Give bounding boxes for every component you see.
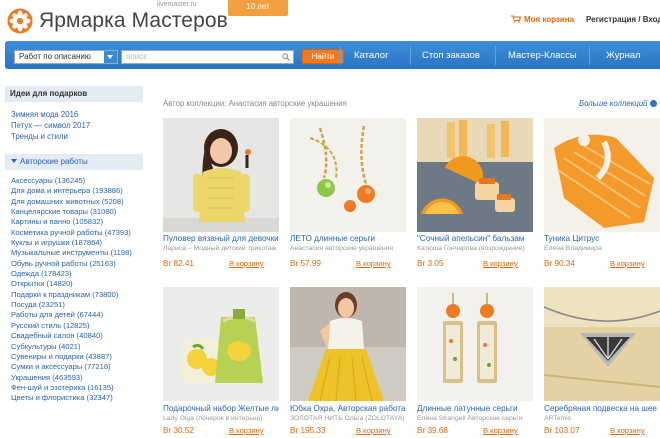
category-link[interactable]: Посуда (23251) — [11, 300, 151, 310]
product-title[interactable]: ЛЕТО длинные серьги — [290, 234, 406, 243]
product-image-tunic[interactable] — [544, 118, 660, 232]
category-link[interactable]: Свадебный салон (40840) — [11, 331, 151, 341]
product-author[interactable]: Елена Strangell Авторские серьги — [417, 415, 533, 422]
more-collections-link[interactable]: Больше коллекций — [579, 99, 657, 108]
brand-domain: livemaster.ru — [157, 1, 197, 8]
nav-master-classes[interactable]: Мастер-Классы — [508, 50, 577, 61]
product-price: Br 30.52 — [163, 426, 194, 435]
category-link[interactable]: Куклы и игрушки (187864) — [11, 238, 151, 248]
category-list: Аксессуары (136245) Для дома и интерьера… — [11, 176, 151, 404]
gift-ideas-header[interactable]: Идеи для подарков — [5, 86, 143, 102]
cart-icon — [511, 15, 521, 23]
product-image-lemon-gift-set[interactable] — [163, 287, 279, 401]
site-header: Ярмарка Мастеров livemaster.ru 10 лет Мо… — [0, 0, 660, 40]
nav-divider — [495, 46, 496, 65]
register-login-link[interactable]: Регистрация / Вход — [586, 15, 660, 24]
nav-catalog[interactable]: Каталог — [354, 50, 389, 61]
category-link[interactable]: Косметика ручной работы (47393) — [11, 228, 151, 238]
product-author[interactable]: ЗОЛОТАЯ НИТЬ Ольга (ZOLOTAYA) — [290, 415, 406, 422]
search-scope-value: Работ по описанию — [19, 52, 91, 61]
category-link[interactable]: Для дома и интерьера (193886) — [11, 186, 151, 196]
product-image-silver-pendant[interactable] — [544, 287, 660, 401]
add-to-cart-link[interactable]: В корзину — [229, 259, 264, 268]
add-to-cart-link[interactable]: В корзину — [483, 426, 518, 435]
category-link[interactable]: Украшения (463593) — [11, 373, 151, 383]
chevron-down-icon — [104, 51, 117, 63]
collection-author[interactable]: Автор коллекции: Анастасия авторские укр… — [163, 99, 347, 108]
category-link[interactable]: Картины и панно (105832) — [11, 217, 151, 227]
product-price: Br 103.07 — [544, 426, 580, 435]
category-link[interactable]: Работы для детей (67444) — [11, 310, 151, 320]
product-author[interactable]: ARTemis — [544, 415, 660, 422]
product-title[interactable]: Туника Цитрус — [544, 234, 660, 243]
product-price: Br 82.41 — [163, 259, 194, 268]
gift-link[interactable]: Зимняя мода 2016 — [11, 110, 78, 119]
product-author[interactable]: Lady Olga (лочерок в интерьер) — [163, 415, 279, 422]
product-image-brass-earrings[interactable] — [417, 287, 533, 401]
add-to-cart-link[interactable]: В корзину — [356, 426, 391, 435]
more-collections-label: Больше коллекций — [579, 99, 648, 108]
product-title[interactable]: Юбка Охра, Авторская работа — [290, 404, 406, 413]
brand-name[interactable]: Ярмарка Мастеров — [39, 9, 228, 33]
arrow-circle-icon — [649, 100, 657, 107]
search-icon — [282, 53, 290, 61]
cart-link[interactable]: Моя корзина — [511, 15, 574, 24]
gift-link[interactable]: Петух — символ 2017 — [11, 121, 90, 130]
anniversary-ribbon[interactable]: 10 лет — [228, 0, 288, 16]
product-image-ochre-skirt[interactable] — [290, 287, 406, 401]
category-link[interactable]: Подарки к праздникам (73800) — [11, 290, 151, 300]
main-nav-bar: Работ по описанию поиск Найти Каталог Ст… — [5, 41, 660, 69]
add-to-cart-link[interactable]: В корзину — [229, 426, 264, 435]
product-author[interactable]: Анастасия авторские украшения — [290, 245, 406, 252]
product-author[interactable]: Лариса – Модный детский трикотаж — [163, 245, 279, 252]
product-price: Br 39.68 — [417, 426, 448, 435]
logo-flower-icon[interactable] — [7, 8, 33, 34]
category-link[interactable]: Аксессуары (136245) — [11, 176, 151, 186]
add-to-cart-link[interactable]: В корзину — [483, 259, 518, 268]
search-scope-select[interactable]: Работ по описанию — [14, 50, 118, 64]
product-author[interactable]: Елена Владимира — [544, 245, 660, 252]
category-link[interactable]: Музыкальные инструменты (1198) — [11, 248, 151, 258]
category-link[interactable]: Сумки и аксессуары (77218) — [11, 362, 151, 372]
nav-divider — [589, 46, 590, 65]
product-title[interactable]: "Сочный апельсин" бальзам — [417, 234, 533, 243]
product-price: Br 90.34 — [544, 259, 575, 268]
caret-down-icon — [11, 159, 17, 163]
nav-divider — [340, 46, 341, 65]
gift-link[interactable]: Тренды и стили — [11, 132, 68, 141]
search-input[interactable]: поиск — [121, 50, 294, 64]
category-link[interactable]: Одежда (178423) — [11, 269, 151, 279]
product-title[interactable]: Серебряная подвеска на шее — [544, 404, 660, 413]
category-link[interactable]: Русский стиль (12825) — [11, 321, 151, 331]
cart-label: Моя корзина — [524, 15, 575, 24]
product-title[interactable]: Длинные латунные серьги — [417, 404, 533, 413]
product-price: Br 3.05 — [417, 259, 444, 268]
category-link[interactable]: Фен-шуй и эзотерика (16135) — [11, 383, 151, 393]
product-price: Br 57.99 — [290, 259, 321, 268]
product-image-girl-sweater[interactable] — [163, 118, 279, 232]
nav-divider — [410, 46, 411, 65]
add-to-cart-link[interactable]: В корзину — [610, 426, 645, 435]
find-button[interactable]: Найти — [302, 49, 344, 64]
nav-journal[interactable]: Журнал — [606, 50, 641, 61]
category-link[interactable]: Канцелярские товары (31080) — [11, 207, 151, 217]
category-link[interactable]: Открытки (14820) — [11, 279, 151, 289]
category-link[interactable]: Цветы и флористика (32347) — [11, 393, 151, 403]
product-image-orange-balm[interactable] — [417, 118, 533, 232]
category-link[interactable]: Субкультуры (4021) — [11, 342, 151, 352]
nav-stop-orders[interactable]: Стоп заказов — [422, 50, 480, 61]
add-to-cart-link[interactable]: В корзину — [356, 259, 391, 268]
author-works-header[interactable]: Авторские работы — [5, 154, 143, 170]
category-link[interactable]: Для домашних животных (5208) — [11, 197, 151, 207]
category-link[interactable]: Сувениры и подарки (43887) — [11, 352, 151, 362]
author-works-label: Авторские работы — [20, 157, 88, 166]
product-price: Br 195.33 — [290, 426, 326, 435]
product-image-earrings[interactable] — [290, 118, 406, 232]
product-title[interactable]: Пуловер вязаный для девочки — [163, 234, 279, 243]
add-to-cart-link[interactable]: В корзину — [610, 259, 645, 268]
product-author[interactable]: Катюша Гончарова (возрождение) — [417, 245, 533, 252]
category-link[interactable]: Обувь ручной работы (25163) — [11, 259, 151, 269]
search-placeholder: поиск — [126, 52, 147, 61]
product-title[interactable]: Подарочный набор Желтые лимоны — [163, 404, 279, 413]
